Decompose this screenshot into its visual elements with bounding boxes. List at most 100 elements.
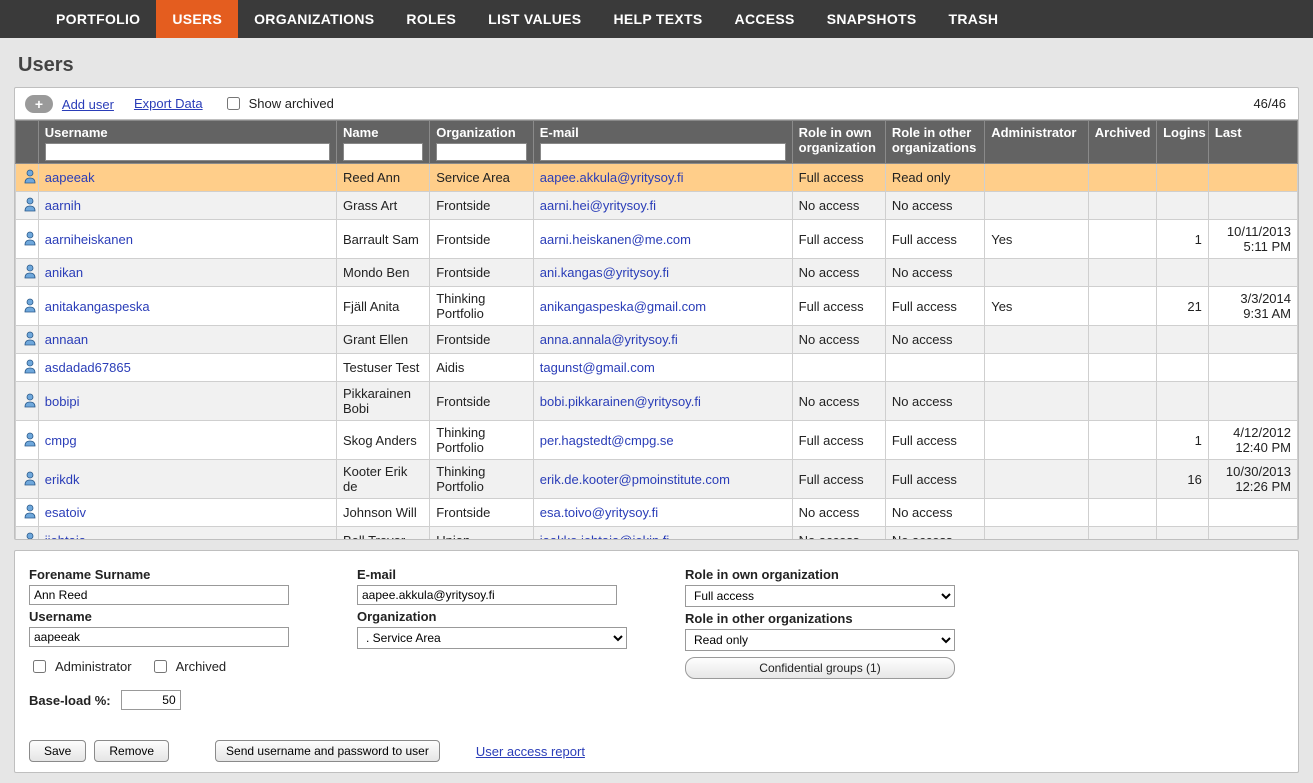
- username-link[interactable]: aapeeak: [45, 170, 95, 185]
- filter-username[interactable]: [45, 143, 330, 161]
- email-link[interactable]: bobi.pikkarainen@yritysoy.fi: [540, 394, 701, 409]
- col-role-other[interactable]: Role in other organizations: [885, 121, 984, 164]
- email-link[interactable]: aarni.hei@yritysoy.fi: [540, 198, 656, 213]
- table-row[interactable]: annaanGrant EllenFrontsideanna.annala@yr…: [16, 326, 1298, 354]
- user-icon-cell: [16, 382, 39, 421]
- show-archived-checkbox[interactable]: [227, 97, 240, 110]
- table-row[interactable]: erikdkKooter Erik deThinking Portfolioer…: [16, 460, 1298, 499]
- user-icon: [22, 358, 38, 374]
- cell-admin: [985, 382, 1089, 421]
- table-row[interactable]: anikanMondo BenFrontsideani.kangas@yrity…: [16, 259, 1298, 287]
- username-link[interactable]: cmpg: [45, 433, 77, 448]
- cell-archived: [1088, 220, 1156, 259]
- export-data-link[interactable]: Export Data: [134, 96, 203, 111]
- username-link[interactable]: jjohtaja: [45, 533, 86, 539]
- username-link[interactable]: esatoiv: [45, 505, 86, 520]
- admin-checkbox[interactable]: [33, 660, 46, 673]
- email-link[interactable]: anna.annala@yritysoy.fi: [540, 332, 678, 347]
- col-email[interactable]: E-mail: [533, 121, 792, 164]
- email-link[interactable]: anikangaspeska@gmail.com: [540, 299, 706, 314]
- organization-select[interactable]: . Service Area: [357, 627, 627, 649]
- archived-toggle[interactable]: Archived: [150, 657, 227, 676]
- email-link[interactable]: aarni.heiskanen@me.com: [540, 232, 691, 247]
- username-link[interactable]: anikan: [45, 265, 83, 280]
- col-organization[interactable]: Organization: [430, 121, 534, 164]
- cell-logins: 1: [1157, 220, 1209, 259]
- email-link[interactable]: ani.kangas@yritysoy.fi: [540, 265, 669, 280]
- baseload-field[interactable]: [121, 690, 181, 710]
- nav-access[interactable]: ACCESS: [719, 0, 811, 38]
- col-admin[interactable]: Administrator: [985, 121, 1089, 164]
- table-row[interactable]: esatoivJohnson WillFrontsideesa.toivo@yr…: [16, 499, 1298, 527]
- table-row[interactable]: aarniheiskanenBarrault SamFrontsideaarni…: [16, 220, 1298, 259]
- users-panel: + Add user Export Data Show archived 46/…: [14, 87, 1299, 540]
- cell-admin: [985, 460, 1089, 499]
- nav-snapshots[interactable]: SNAPSHOTS: [811, 0, 933, 38]
- nav-trash[interactable]: TRASH: [933, 0, 1015, 38]
- filter-organization[interactable]: [436, 143, 527, 161]
- email-link[interactable]: jaakko.johtaja@jokin.fi: [540, 533, 670, 539]
- cell-last: [1208, 259, 1297, 287]
- username-link[interactable]: annaan: [45, 332, 88, 347]
- user-icon: [22, 503, 38, 519]
- nav-organizations[interactable]: ORGANIZATIONS: [238, 0, 390, 38]
- table-row[interactable]: cmpgSkog AndersThinking Portfolioper.hag…: [16, 421, 1298, 460]
- send-credentials-button[interactable]: Send username and password to user: [215, 740, 440, 762]
- table-row[interactable]: asdadad67865Testuser TestAidistagunst@gm…: [16, 354, 1298, 382]
- username-link[interactable]: asdadad67865: [45, 360, 131, 375]
- email-link[interactable]: erik.de.kooter@pmoinstitute.com: [540, 472, 730, 487]
- email-link[interactable]: esa.toivo@yritysoy.fi: [540, 505, 658, 520]
- email-field[interactable]: [357, 585, 617, 605]
- user-icon-cell: [16, 354, 39, 382]
- plus-icon: +: [25, 95, 53, 113]
- email-link[interactable]: per.hagstedt@cmpg.se: [540, 433, 674, 448]
- col-name[interactable]: Name: [337, 121, 430, 164]
- email-link[interactable]: aapee.akkula@yritysoy.fi: [540, 170, 684, 185]
- nav-list-values[interactable]: LIST VALUES: [472, 0, 597, 38]
- user-icon-cell: [16, 527, 39, 540]
- user-icon-cell: [16, 259, 39, 287]
- cell-role-other: No access: [885, 527, 984, 540]
- col-logins[interactable]: Logins: [1157, 121, 1209, 164]
- cell-role-own: [792, 354, 885, 382]
- col-role-own[interactable]: Role in own organization: [792, 121, 885, 164]
- archived-checkbox[interactable]: [154, 660, 167, 673]
- cell-role-other: Full access: [885, 421, 984, 460]
- nav-users[interactable]: USERS: [156, 0, 238, 38]
- username-link[interactable]: erikdk: [45, 472, 80, 487]
- user-icon-cell: [16, 220, 39, 259]
- filter-email[interactable]: [540, 143, 786, 161]
- table-scroll[interactable]: Username Name Organization E-mail: [15, 119, 1298, 539]
- nav-roles[interactable]: ROLES: [390, 0, 472, 38]
- table-row[interactable]: jjohtajaBell TrevorUnionjaakko.johtaja@j…: [16, 527, 1298, 540]
- filter-name[interactable]: [343, 143, 423, 161]
- username-link[interactable]: aarniheiskanen: [45, 232, 133, 247]
- col-last[interactable]: Last: [1208, 121, 1297, 164]
- col-archived[interactable]: Archived: [1088, 121, 1156, 164]
- add-user-link[interactable]: + Add user: [25, 95, 114, 113]
- show-archived-toggle[interactable]: Show archived: [223, 94, 334, 113]
- username-link[interactable]: bobipi: [45, 394, 80, 409]
- col-username[interactable]: Username: [38, 121, 336, 164]
- remove-button[interactable]: Remove: [94, 740, 169, 762]
- table-row[interactable]: aarnihGrass ArtFrontsideaarni.hei@yritys…: [16, 192, 1298, 220]
- username-link[interactable]: aarnih: [45, 198, 81, 213]
- role-other-select[interactable]: Read only: [685, 629, 955, 651]
- forename-field[interactable]: [29, 585, 289, 605]
- username-link[interactable]: anitakangaspeska: [45, 299, 150, 314]
- nav-help-texts[interactable]: HELP TEXTS: [597, 0, 718, 38]
- cell-org: Frontside: [430, 499, 534, 527]
- email-link[interactable]: tagunst@gmail.com: [540, 360, 655, 375]
- username-field[interactable]: [29, 627, 289, 647]
- table-row[interactable]: bobipiPikkarainen BobiFrontsidebobi.pikk…: [16, 382, 1298, 421]
- table-row[interactable]: aapeeakReed AnnService Areaaapee.akkula@…: [16, 164, 1298, 192]
- cell-last: [1208, 192, 1297, 220]
- table-row[interactable]: anitakangaspeskaFjäll AnitaThinking Port…: [16, 287, 1298, 326]
- user-access-report-link[interactable]: User access report: [476, 744, 585, 759]
- user-icon: [22, 531, 38, 539]
- nav-portfolio[interactable]: PORTFOLIO: [40, 0, 156, 38]
- save-button[interactable]: Save: [29, 740, 86, 762]
- role-own-select[interactable]: Full access: [685, 585, 955, 607]
- confidential-groups-button[interactable]: Confidential groups (1): [685, 657, 955, 679]
- admin-toggle[interactable]: Administrator: [29, 657, 132, 676]
